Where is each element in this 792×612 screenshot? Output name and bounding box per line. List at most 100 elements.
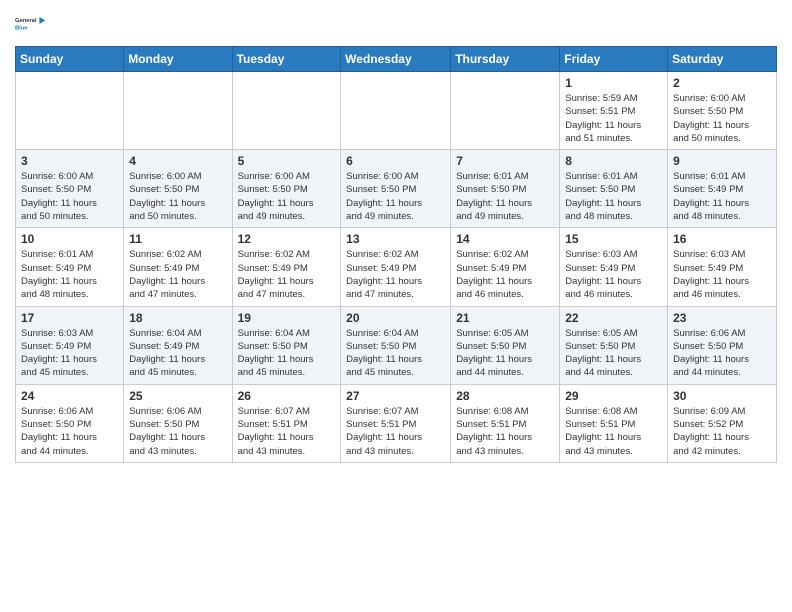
day-info: Sunrise: 6:09 AMSunset: 5:52 PMDaylight:…: [673, 405, 771, 458]
weekday-header-row: SundayMondayTuesdayWednesdayThursdayFrid…: [16, 47, 777, 72]
calendar-cell: 9 Sunrise: 6:01 AMSunset: 5:49 PMDaylight…: [668, 150, 777, 228]
day-info: Sunrise: 6:00 AMSunset: 5:50 PMDaylight:…: [673, 92, 771, 145]
day-number: 3: [21, 154, 118, 168]
day-info: Sunrise: 6:08 AMSunset: 5:51 PMDaylight:…: [565, 405, 662, 458]
calendar-cell: 12 Sunrise: 6:02 AMSunset: 5:49 PMDayligh…: [232, 228, 341, 306]
day-number: 20: [346, 311, 445, 325]
calendar-cell: 29 Sunrise: 6:08 AMSunset: 5:51 PMDayligh…: [560, 384, 668, 462]
day-info: Sunrise: 6:02 AMSunset: 5:49 PMDaylight:…: [456, 248, 554, 301]
day-info: Sunrise: 6:01 AMSunset: 5:50 PMDaylight:…: [456, 170, 554, 223]
week-row-2: 3 Sunrise: 6:00 AMSunset: 5:50 PMDaylight…: [16, 150, 777, 228]
day-number: 6: [346, 154, 445, 168]
day-number: 30: [673, 389, 771, 403]
calendar-cell: 17 Sunrise: 6:03 AMSunset: 5:49 PMDayligh…: [16, 306, 124, 384]
day-number: 28: [456, 389, 554, 403]
day-number: 2: [673, 76, 771, 90]
day-info: Sunrise: 6:08 AMSunset: 5:51 PMDaylight:…: [456, 405, 554, 458]
day-number: 26: [238, 389, 336, 403]
day-info: Sunrise: 6:01 AMSunset: 5:50 PMDaylight:…: [565, 170, 662, 223]
day-info: Sunrise: 6:02 AMSunset: 5:49 PMDaylight:…: [346, 248, 445, 301]
day-number: 24: [21, 389, 118, 403]
weekday-header-thursday: Thursday: [451, 47, 560, 72]
calendar-cell: 24 Sunrise: 6:06 AMSunset: 5:50 PMDayligh…: [16, 384, 124, 462]
calendar-cell: 19 Sunrise: 6:04 AMSunset: 5:50 PMDayligh…: [232, 306, 341, 384]
day-number: 16: [673, 232, 771, 246]
calendar-cell: 28 Sunrise: 6:08 AMSunset: 5:51 PMDayligh…: [451, 384, 560, 462]
calendar-cell: 6 Sunrise: 6:00 AMSunset: 5:50 PMDaylight…: [341, 150, 451, 228]
day-info: Sunrise: 6:00 AMSunset: 5:50 PMDaylight:…: [346, 170, 445, 223]
day-number: 13: [346, 232, 445, 246]
day-info: Sunrise: 6:01 AMSunset: 5:49 PMDaylight:…: [21, 248, 118, 301]
day-number: 14: [456, 232, 554, 246]
calendar-cell: 7 Sunrise: 6:01 AMSunset: 5:50 PMDaylight…: [451, 150, 560, 228]
day-number: 10: [21, 232, 118, 246]
calendar-cell: [341, 72, 451, 150]
day-info: Sunrise: 6:01 AMSunset: 5:49 PMDaylight:…: [673, 170, 771, 223]
day-info: Sunrise: 6:00 AMSunset: 5:50 PMDaylight:…: [21, 170, 118, 223]
day-number: 22: [565, 311, 662, 325]
calendar-cell: 27Sunrise: 6:07 AMSunset: 5:51 PMDayligh…: [341, 384, 451, 462]
week-row-4: 17 Sunrise: 6:03 AMSunset: 5:49 PMDayligh…: [16, 306, 777, 384]
day-number: 23: [673, 311, 771, 325]
weekday-header-saturday: Saturday: [668, 47, 777, 72]
week-row-3: 10 Sunrise: 6:01 AMSunset: 5:49 PMDayligh…: [16, 228, 777, 306]
day-number: 19: [238, 311, 336, 325]
calendar-cell: 16 Sunrise: 6:03 AMSunset: 5:49 PMDayligh…: [668, 228, 777, 306]
calendar-cell: 5Sunrise: 6:00 AMSunset: 5:50 PMDaylight…: [232, 150, 341, 228]
day-info: Sunrise: 6:06 AMSunset: 5:50 PMDaylight:…: [673, 327, 771, 380]
svg-text:Blue: Blue: [15, 25, 28, 31]
weekday-header-friday: Friday: [560, 47, 668, 72]
day-info: Sunrise: 6:06 AMSunset: 5:50 PMDaylight:…: [129, 405, 226, 458]
calendar-cell: 30 Sunrise: 6:09 AMSunset: 5:52 PMDayligh…: [668, 384, 777, 462]
day-info: Sunrise: 6:03 AMSunset: 5:49 PMDaylight:…: [21, 327, 118, 380]
day-number: 18: [129, 311, 226, 325]
svg-text:General: General: [15, 18, 37, 24]
day-info: Sunrise: 6:02 AMSunset: 5:49 PMDaylight:…: [129, 248, 226, 301]
day-number: 8: [565, 154, 662, 168]
calendar-cell: 11 Sunrise: 6:02 AMSunset: 5:49 PMDayligh…: [124, 228, 232, 306]
day-number: 7: [456, 154, 554, 168]
weekday-header-sunday: Sunday: [16, 47, 124, 72]
calendar-cell: 10 Sunrise: 6:01 AMSunset: 5:49 PMDayligh…: [16, 228, 124, 306]
day-number: 29: [565, 389, 662, 403]
calendar-cell: 13 Sunrise: 6:02 AMSunset: 5:49 PMDayligh…: [341, 228, 451, 306]
day-number: 17: [21, 311, 118, 325]
calendar-cell: [16, 72, 124, 150]
week-row-5: 24 Sunrise: 6:06 AMSunset: 5:50 PMDayligh…: [16, 384, 777, 462]
calendar-cell: 21 Sunrise: 6:05 AMSunset: 5:50 PMDayligh…: [451, 306, 560, 384]
calendar-cell: 15Sunrise: 6:03 AMSunset: 5:49 PMDayligh…: [560, 228, 668, 306]
day-info: Sunrise: 6:04 AMSunset: 5:50 PMDaylight:…: [238, 327, 336, 380]
calendar-cell: 4 Sunrise: 6:00 AMSunset: 5:50 PMDaylight…: [124, 150, 232, 228]
day-info: Sunrise: 6:06 AMSunset: 5:50 PMDaylight:…: [21, 405, 118, 458]
day-info: Sunrise: 6:03 AMSunset: 5:49 PMDaylight:…: [565, 248, 662, 301]
calendar-cell: 22 Sunrise: 6:05 AMSunset: 5:50 PMDayligh…: [560, 306, 668, 384]
calendar-cell: [124, 72, 232, 150]
day-number: 11: [129, 232, 226, 246]
weekday-header-wednesday: Wednesday: [341, 47, 451, 72]
day-number: 4: [129, 154, 226, 168]
day-number: 12: [238, 232, 336, 246]
day-info: Sunrise: 6:05 AMSunset: 5:50 PMDaylight:…: [456, 327, 554, 380]
day-info: Sunrise: 6:04 AMSunset: 5:50 PMDaylight:…: [346, 327, 445, 380]
calendar-cell: 20 Sunrise: 6:04 AMSunset: 5:50 PMDayligh…: [341, 306, 451, 384]
day-info: Sunrise: 6:02 AMSunset: 5:49 PMDaylight:…: [238, 248, 336, 301]
calendar-cell: [232, 72, 341, 150]
day-number: 9: [673, 154, 771, 168]
calendar: SundayMondayTuesdayWednesdayThursdayFrid…: [15, 46, 777, 463]
day-info: Sunrise: 6:03 AMSunset: 5:49 PMDaylight:…: [673, 248, 771, 301]
logo: GeneralBlue: [15, 10, 47, 38]
page: GeneralBlue SundayMondayTuesdayWednesday…: [0, 0, 792, 478]
calendar-cell: 18Sunrise: 6:04 AMSunset: 5:49 PMDayligh…: [124, 306, 232, 384]
day-info: Sunrise: 6:00 AMSunset: 5:50 PMDaylight:…: [238, 170, 336, 223]
day-info: Sunrise: 6:05 AMSunset: 5:50 PMDaylight:…: [565, 327, 662, 380]
day-number: 1: [565, 76, 662, 90]
week-row-1: 1Sunrise: 5:59 AMSunset: 5:51 PMDaylight…: [16, 72, 777, 150]
header: GeneralBlue: [15, 10, 777, 38]
calendar-cell: 26Sunrise: 6:07 AMSunset: 5:51 PMDayligh…: [232, 384, 341, 462]
calendar-cell: 3 Sunrise: 6:00 AMSunset: 5:50 PMDaylight…: [16, 150, 124, 228]
day-number: 21: [456, 311, 554, 325]
weekday-header-monday: Monday: [124, 47, 232, 72]
weekday-header-tuesday: Tuesday: [232, 47, 341, 72]
day-info: Sunrise: 6:00 AMSunset: 5:50 PMDaylight:…: [129, 170, 226, 223]
day-number: 25: [129, 389, 226, 403]
